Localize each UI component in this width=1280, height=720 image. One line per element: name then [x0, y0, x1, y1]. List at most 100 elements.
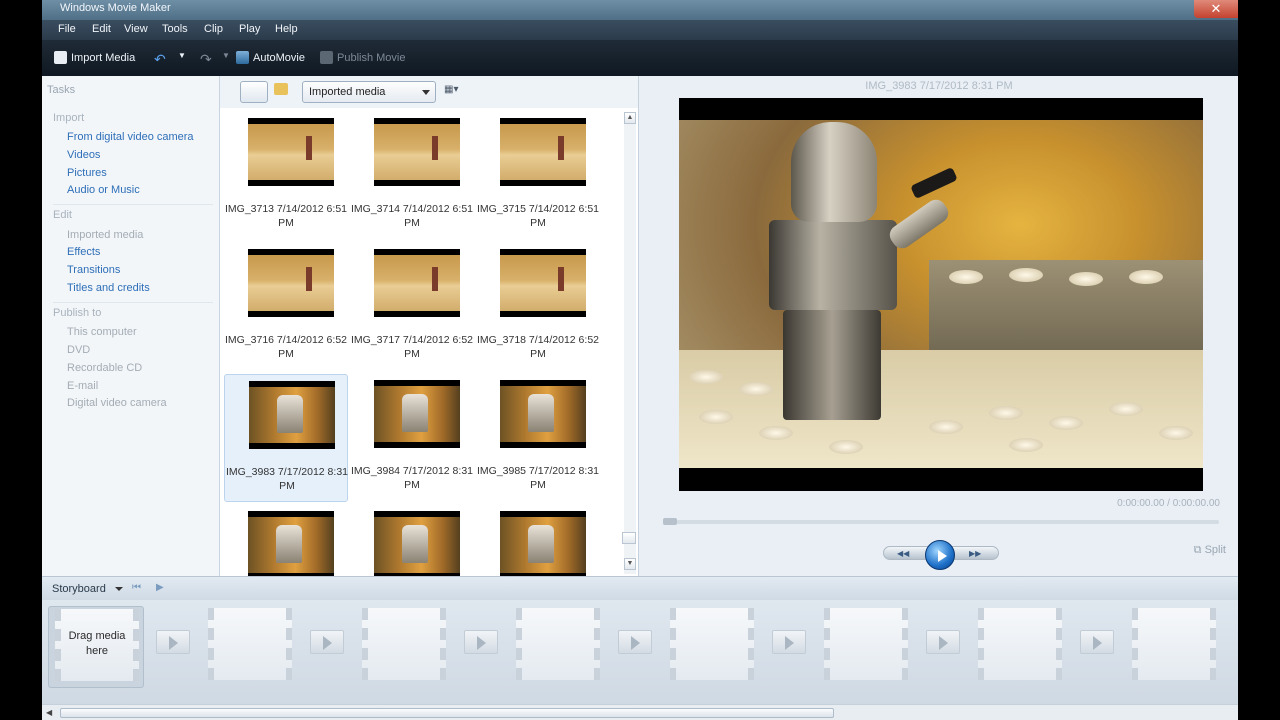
automovie-label: AutoMovie: [253, 51, 305, 64]
media-item-suffix: PM: [530, 479, 546, 491]
media-item-selected[interactable]: IMG_3983 7/17/2012 8:31 PM: [224, 374, 348, 502]
task-import-audio-or-music[interactable]: Audio or Music: [67, 184, 140, 196]
automovie-button[interactable]: AutoMovie: [236, 51, 305, 64]
previous-frame-icon[interactable]: ◀◀: [897, 549, 909, 558]
undo-dropdown-icon[interactable]: ▼: [178, 51, 186, 60]
media-item[interactable]: IMG_3718 7/14/2012 6:52 PM: [476, 243, 600, 371]
media-item[interactable]: IMG_3984 7/17/2012 8:31 PM: [350, 374, 474, 502]
folder-up-icon[interactable]: [274, 83, 288, 95]
media-browser-toolbar: Imported media ▦▾: [220, 76, 638, 108]
redo-dropdown-icon[interactable]: ▼: [222, 51, 230, 60]
redo-icon[interactable]: ↷: [200, 51, 212, 68]
import-media-icon: [54, 51, 67, 64]
task-titles-and-credits[interactable]: Titles and credits: [67, 282, 150, 294]
media-thumbnail: [249, 381, 335, 449]
media-item-suffix: PM: [278, 348, 294, 360]
task-publish-recordable-cd[interactable]: Recordable CD: [67, 362, 142, 374]
media-thumbnail: [374, 118, 460, 186]
media-item[interactable]: IMG_3985 7/17/2012 8:31 PM: [476, 374, 600, 502]
media-grid: IMG_3713 7/14/2012 6:51 PM IMG_3714 7/14/…: [220, 112, 620, 576]
storyboard-slot[interactable]: [510, 606, 606, 688]
task-publish-digital-video-camera[interactable]: Digital video camera: [67, 397, 167, 409]
menu-clip[interactable]: Clip: [204, 23, 223, 35]
transition-slot[interactable]: [926, 630, 960, 654]
chevron-down-icon[interactable]: [115, 587, 123, 591]
storyboard-view-dropdown[interactable]: Storyboard: [52, 583, 106, 595]
seek-knob[interactable]: [663, 518, 677, 525]
split-button[interactable]: ⧉ Split: [1194, 544, 1226, 557]
transition-slot[interactable]: [156, 630, 190, 654]
menu-edit[interactable]: Edit: [92, 23, 111, 35]
collection-dropdown[interactable]: Imported media: [302, 81, 436, 103]
task-import-videos[interactable]: Videos: [67, 149, 100, 161]
storyboard-slot[interactable]: [818, 606, 914, 688]
media-thumbnail: [374, 511, 460, 576]
media-item-name: IMG_3718 7/14/2012 6:52: [476, 334, 599, 346]
scroll-down-icon[interactable]: ▼: [624, 558, 636, 570]
undo-icon[interactable]: ↶: [154, 51, 166, 68]
task-publish-email[interactable]: E-mail: [67, 380, 98, 392]
media-item-suffix: PM: [404, 348, 420, 360]
media-thumbnail: [248, 118, 334, 186]
media-item[interactable]: [224, 505, 348, 576]
menu-view[interactable]: View: [124, 23, 148, 35]
play-button[interactable]: [925, 540, 955, 570]
scroll-thumb[interactable]: [622, 532, 636, 544]
media-item[interactable]: [476, 505, 600, 576]
storyboard-slot[interactable]: [972, 606, 1068, 688]
view-options-icon[interactable]: ▦▾: [444, 84, 464, 96]
task-from-digital-video-camera[interactable]: From digital video camera: [67, 131, 194, 143]
task-publish-this-computer[interactable]: This computer: [67, 326, 137, 338]
media-item[interactable]: [350, 505, 474, 576]
transition-slot[interactable]: [310, 630, 344, 654]
media-item[interactable]: IMG_3714 7/14/2012 6:51 PM: [350, 112, 474, 240]
preview-frame-image: [679, 120, 1203, 468]
task-transitions[interactable]: Transitions: [67, 264, 120, 276]
media-item[interactable]: IMG_3716 7/14/2012 6:52 PM: [224, 243, 348, 371]
play-storyboard-icon[interactable]: ▶: [156, 582, 164, 593]
menu-file[interactable]: File: [58, 23, 76, 35]
media-item-name: IMG_3985 7/17/2012 8:31: [476, 465, 599, 477]
media-item-suffix: PM: [278, 217, 294, 229]
rewind-storyboard-icon[interactable]: ⏮: [132, 582, 141, 593]
media-item-suffix: PM: [530, 217, 546, 229]
storyboard-slot[interactable]: [202, 606, 298, 688]
media-scrollbar[interactable]: ▲ ▼: [622, 112, 636, 574]
media-item-name: IMG_3714 7/14/2012 6:51: [350, 203, 473, 215]
close-button[interactable]: ✕: [1194, 0, 1238, 18]
import-media-button[interactable]: Import Media: [54, 51, 135, 64]
media-item[interactable]: IMG_3713 7/14/2012 6:51 PM: [224, 112, 348, 240]
transition-slot[interactable]: [772, 630, 806, 654]
automovie-icon: [236, 51, 249, 64]
transition-slot[interactable]: [464, 630, 498, 654]
publish-movie-button[interactable]: Publish Movie: [320, 51, 405, 64]
next-frame-icon[interactable]: ▶▶: [969, 549, 981, 558]
media-browser: Imported media ▦▾ IMG_3713 7/14/2012 6:5…: [220, 76, 638, 576]
transition-slot[interactable]: [618, 630, 652, 654]
transition-slot[interactable]: [1080, 630, 1114, 654]
task-import-pictures[interactable]: Pictures: [67, 167, 107, 179]
preview-timecode: 0:00:00.00 / 0:00:00.00: [1117, 498, 1220, 509]
storyboard-scrollbar[interactable]: ◀: [42, 704, 1238, 720]
menu-help[interactable]: Help: [275, 23, 298, 35]
media-item[interactable]: IMG_3715 7/14/2012 6:51 PM: [476, 112, 600, 240]
task-effects[interactable]: Effects: [67, 246, 100, 258]
storyboard-slot[interactable]: Drag media here: [48, 606, 144, 688]
split-label: Split: [1204, 544, 1226, 556]
scroll-up-icon[interactable]: ▲: [624, 112, 636, 124]
media-item-name: IMG_3715 7/14/2012 6:51: [476, 203, 599, 215]
task-imported-media[interactable]: Imported media: [67, 229, 143, 241]
preview-monitor: IMG_3983 7/17/2012 8:31 PM 0:00:00.00 / …: [638, 76, 1238, 576]
collection-dropdown-value: Imported media: [309, 86, 386, 98]
storyboard-slot[interactable]: [664, 606, 760, 688]
toggle-tasks-pane-button[interactable]: [240, 81, 268, 103]
scroll-left-icon[interactable]: ◀: [46, 708, 52, 717]
storyboard-slot[interactable]: [1126, 606, 1222, 688]
storyboard-slot[interactable]: [356, 606, 452, 688]
scroll-thumb[interactable]: [60, 708, 834, 718]
seek-bar[interactable]: [663, 518, 1219, 525]
task-publish-dvd[interactable]: DVD: [67, 344, 90, 356]
menu-play[interactable]: Play: [239, 23, 260, 35]
menu-tools[interactable]: Tools: [162, 23, 188, 35]
media-item[interactable]: IMG_3717 7/14/2012 6:52 PM: [350, 243, 474, 371]
